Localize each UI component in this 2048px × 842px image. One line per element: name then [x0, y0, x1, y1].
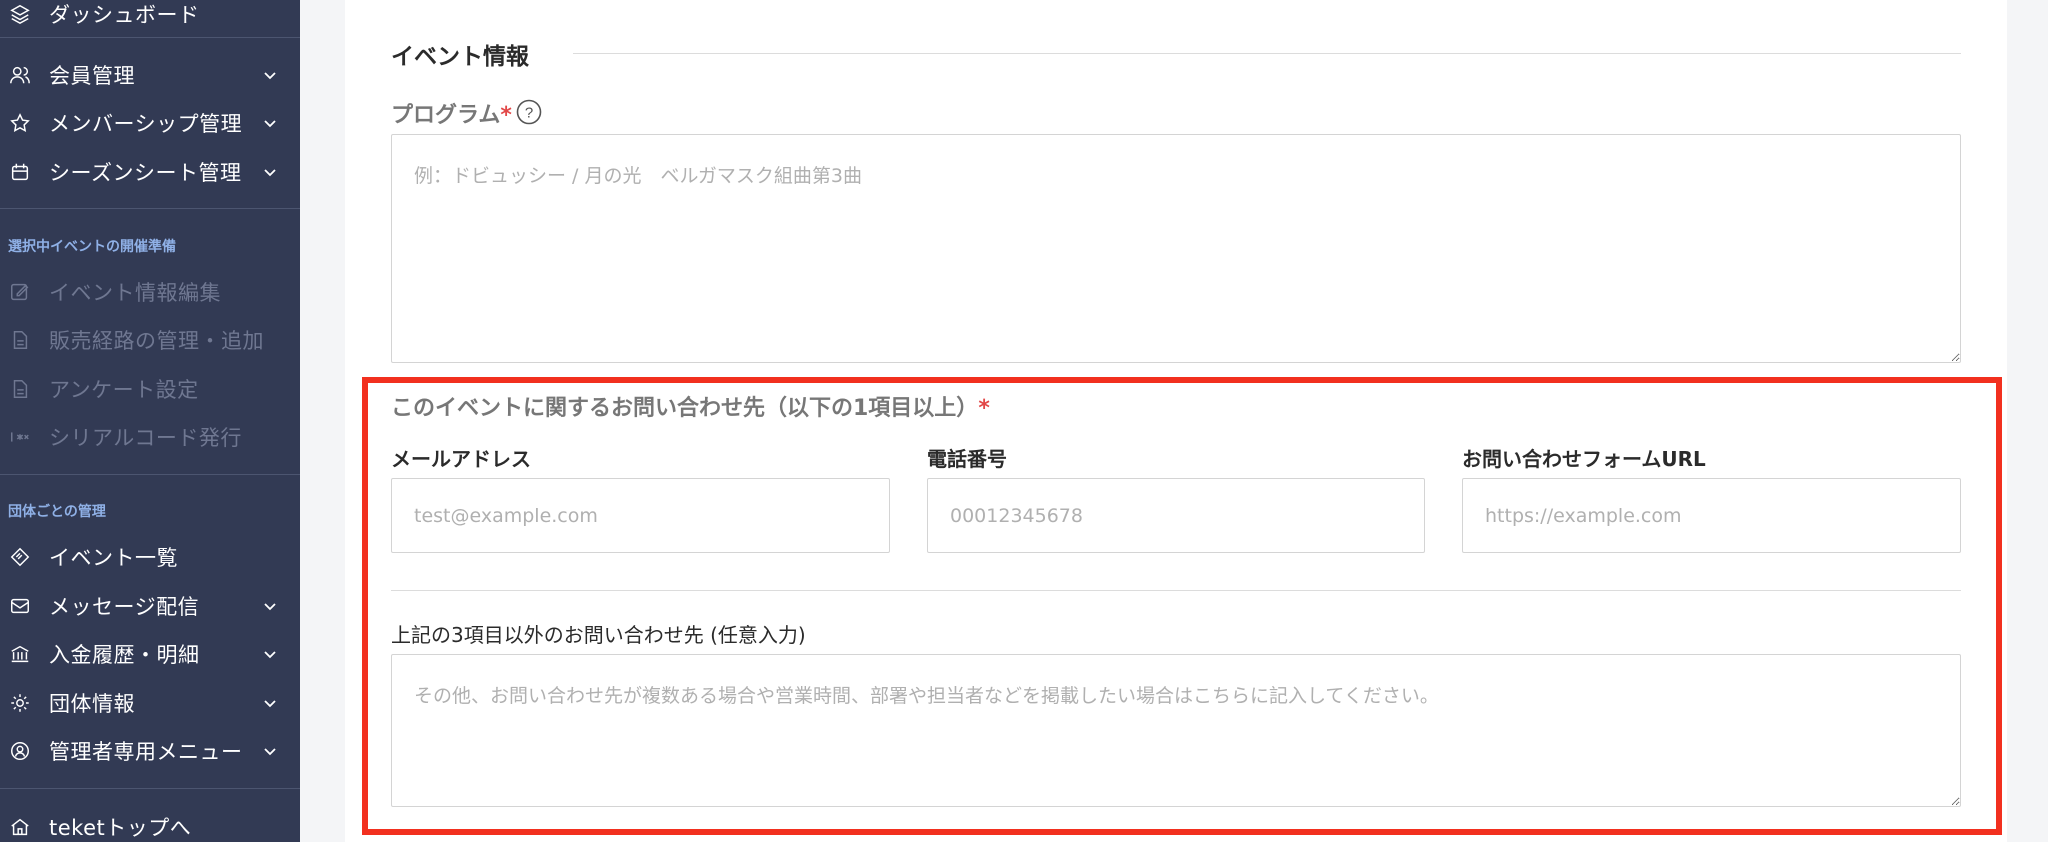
sidebar-divider [0, 208, 300, 209]
sidebar-divider [0, 37, 300, 38]
contact-title: このイベントに関するお問い合わせ先（以下の1項目以上）* [391, 390, 990, 422]
sidebar-item-label: イベント情報編集 [49, 281, 221, 305]
sidebar-item-label: アンケート設定 [49, 378, 199, 402]
sidebar-item-organization[interactable]: 団体情報 [0, 681, 300, 725]
required-mark: * [978, 396, 990, 421]
calendar-icon [9, 161, 31, 183]
sidebar-item-label: 入金履歴・明細 [49, 643, 200, 667]
program-textarea[interactable] [391, 134, 1961, 363]
program-label-text: プログラム [391, 103, 501, 128]
section-heading: イベント情報 [391, 44, 529, 70]
sidebar-item-event-edit: イベント情報編集 [0, 270, 300, 314]
sidebar-item-event-list[interactable]: イベント一覧 [0, 535, 300, 579]
chevron-down-icon[interactable] [262, 67, 278, 83]
chevron-down-icon[interactable] [262, 695, 278, 711]
other-contact-textarea[interactable] [391, 654, 1961, 807]
section-divider [573, 53, 1961, 54]
sidebar-divider [0, 788, 300, 789]
sidebar-item-label: 販売経路の管理・追加 [49, 329, 264, 353]
ticket-icon [9, 546, 31, 568]
form-url-field[interactable] [1462, 478, 1961, 553]
other-contact-label: 上記の3項目以外のお問い合わせ先 (任意入力) [391, 623, 806, 647]
bank-icon [9, 643, 31, 665]
sidebar-item-serial-code: シリアルコード発行 [0, 415, 300, 459]
star-icon [9, 112, 31, 134]
serial-code-icon [9, 426, 31, 448]
chevron-down-icon[interactable] [262, 743, 278, 759]
sidebar-item-sales-channels: 販売経路の管理・追加 [0, 318, 300, 362]
chevron-down-icon[interactable] [262, 115, 278, 131]
sidebar-item-admin-menu[interactable]: 管理者専用メニュー [0, 729, 300, 773]
phone-label: 電話番号 [927, 447, 1007, 471]
home-icon [9, 816, 31, 838]
sidebar-item-members[interactable]: 会員管理 [0, 53, 300, 97]
sidebar: ダッシュボード 会員管理 メンバーシップ管理 シーズンシート管理 選択中イベント… [0, 0, 300, 842]
svg-text:?: ? [525, 105, 533, 122]
mail-icon [9, 595, 31, 617]
contact-title-text: このイベントに関するお問い合わせ先（以下の1項目以上） [391, 396, 979, 421]
sidebar-item-membership[interactable]: メンバーシップ管理 [0, 101, 300, 145]
sidebar-item-season-seat[interactable]: シーズンシート管理 [0, 150, 300, 194]
sidebar-divider [0, 474, 300, 475]
help-icon[interactable]: ? [516, 99, 542, 125]
sidebar-item-label: teketトップへ [49, 816, 192, 840]
sidebar-item-label: シーズンシート管理 [49, 161, 242, 185]
sidebar-item-label: メッセージ配信 [49, 595, 200, 619]
document-icon [9, 329, 31, 351]
users-icon [9, 64, 31, 86]
document-icon [9, 378, 31, 400]
sidebar-item-message[interactable]: メッセージ配信 [0, 584, 300, 628]
sidebar-item-survey: アンケート設定 [0, 367, 300, 411]
gear-icon [9, 692, 31, 714]
sidebar-item-label: メンバーシップ管理 [49, 112, 243, 136]
required-mark: * [500, 103, 512, 128]
admin-icon [9, 740, 31, 762]
sidebar-section-title: 選択中イベントの開催準備 [8, 239, 176, 255]
sidebar-item-teket-top[interactable]: teketトップへ [0, 805, 300, 842]
phone-field[interactable] [927, 478, 1425, 553]
sidebar-item-label: 会員管理 [49, 64, 135, 88]
sidebar-item-dashboard[interactable]: ダッシュボード [0, 0, 300, 36]
sidebar-item-payment-history[interactable]: 入金履歴・明細 [0, 632, 300, 676]
layers-icon [9, 3, 31, 25]
sidebar-item-label: 団体情報 [49, 692, 135, 716]
contact-divider [391, 590, 1961, 591]
sidebar-item-label: イベント一覧 [49, 546, 178, 570]
sidebar-item-label: シリアルコード発行 [49, 426, 242, 450]
email-label: メールアドレス [391, 447, 531, 471]
sidebar-item-label: ダッシュボード [49, 3, 200, 27]
edit-icon [9, 281, 31, 303]
form-url-label: お問い合わせフォームURL [1462, 447, 1706, 471]
chevron-down-icon[interactable] [262, 164, 278, 180]
chevron-down-icon[interactable] [262, 598, 278, 614]
program-label: プログラム* [391, 97, 512, 129]
email-field[interactable] [391, 478, 890, 553]
sidebar-section-title: 団体ごとの管理 [8, 504, 106, 520]
chevron-down-icon[interactable] [262, 646, 278, 662]
sidebar-item-label: 管理者専用メニュー [49, 740, 243, 764]
